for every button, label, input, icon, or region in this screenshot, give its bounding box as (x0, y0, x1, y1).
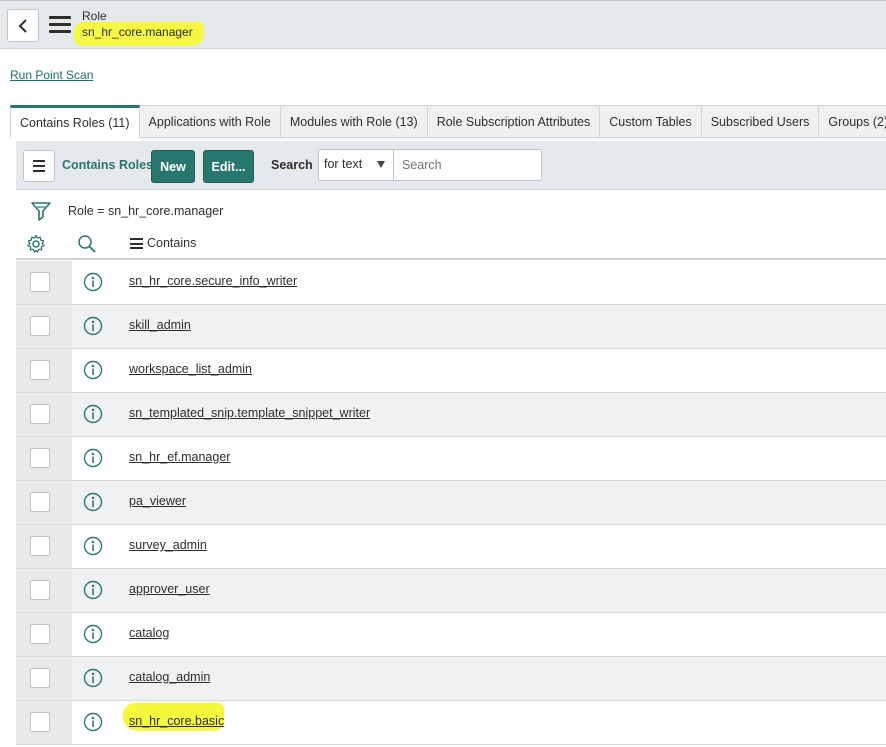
table-row: pa_viewer (16, 481, 886, 525)
row-checkbox[interactable] (30, 624, 50, 644)
new-button[interactable]: New (151, 150, 195, 183)
tab-modules-with-role[interactable]: Modules with Role (13) (280, 105, 428, 138)
info-icon[interactable] (83, 404, 103, 424)
search-icon[interactable] (77, 234, 97, 254)
column-header-contains[interactable]: Contains (147, 236, 196, 250)
role-link[interactable]: workspace_list_admin (129, 362, 252, 376)
list-menu-button[interactable] (23, 150, 55, 182)
role-link[interactable]: survey_admin (129, 538, 207, 552)
role-list: sn_hr_core.secure_info_writer skill_admi… (16, 261, 886, 745)
form-header: Role sn_hr_core.manager (0, 0, 886, 49)
table-row: sn_hr_ef.manager (16, 437, 886, 481)
row-checkbox[interactable] (30, 712, 50, 732)
info-icon[interactable] (83, 536, 103, 556)
role-link[interactable]: skill_admin (129, 318, 191, 332)
filter-breadcrumb[interactable]: Role = sn_hr_core.manager (68, 204, 223, 218)
info-icon[interactable] (83, 316, 103, 336)
search-field-select[interactable]: for text (318, 149, 394, 181)
role-link[interactable]: sn_hr_core.basic (129, 714, 224, 728)
run-point-scan-link[interactable]: Run Point Scan (10, 68, 93, 82)
record-type-label: Role (82, 9, 107, 23)
related-list-tabs: Contains Roles (11) Applications with Ro… (10, 105, 886, 138)
info-icon[interactable] (83, 360, 103, 380)
table-row: sn_hr_core.secure_info_writer (16, 261, 886, 305)
role-link[interactable]: sn_templated_snip.template_snippet_write… (129, 406, 370, 420)
column-header-row: Contains (16, 229, 886, 260)
tab-contains-roles[interactable]: Contains Roles (11) (10, 105, 140, 138)
role-link[interactable]: catalog (129, 626, 169, 640)
info-icon[interactable] (83, 580, 103, 600)
row-checkbox[interactable] (30, 404, 50, 424)
table-row: skill_admin (16, 305, 886, 349)
back-button[interactable] (7, 9, 39, 42)
dropdown-arrow-icon (377, 161, 385, 168)
info-icon[interactable] (83, 272, 103, 292)
info-icon[interactable] (83, 624, 103, 644)
table-row: sn_hr_core.basic (16, 701, 886, 745)
record-name: sn_hr_core.manager (82, 25, 193, 39)
row-checkbox[interactable] (30, 272, 50, 292)
info-icon[interactable] (83, 492, 103, 512)
list-title: Contains Roles (62, 158, 153, 172)
row-checkbox[interactable] (30, 580, 50, 600)
column-menu-icon[interactable] (130, 238, 143, 249)
row-checkbox[interactable] (30, 492, 50, 512)
row-checkbox[interactable] (30, 360, 50, 380)
table-row: survey_admin (16, 525, 886, 569)
info-icon[interactable] (83, 712, 103, 732)
gear-icon[interactable] (26, 234, 46, 254)
role-link[interactable]: sn_hr_core.secure_info_writer (129, 274, 297, 288)
info-icon[interactable] (83, 668, 103, 688)
tab-role-subscription-attributes[interactable]: Role Subscription Attributes (427, 105, 601, 138)
role-link[interactable]: sn_hr_ef.manager (129, 450, 230, 464)
search-field-value: for text (324, 157, 363, 171)
search-input[interactable] (393, 149, 542, 181)
info-icon[interactable] (83, 448, 103, 468)
role-link[interactable]: pa_viewer (129, 494, 186, 508)
row-checkbox[interactable] (30, 316, 50, 336)
search-label: Search (271, 158, 313, 172)
table-row: workspace_list_admin (16, 349, 886, 393)
table-row: catalog (16, 613, 886, 657)
hamburger-menu-icon[interactable] (49, 16, 71, 34)
table-row: sn_templated_snip.template_snippet_write… (16, 393, 886, 437)
role-link[interactable]: catalog_admin (129, 670, 210, 684)
chevron-left-icon (18, 18, 27, 33)
row-checkbox[interactable] (30, 536, 50, 556)
table-row: approver_user (16, 569, 886, 613)
tab-groups[interactable]: Groups (2) (819, 105, 886, 138)
row-checkbox[interactable] (30, 668, 50, 688)
row-checkbox[interactable] (30, 448, 50, 468)
list-toolbar: Contains Roles New Edit... Search for te… (16, 141, 886, 190)
edit-button[interactable]: Edit... (203, 150, 254, 183)
tab-subscribed-users[interactable]: Subscribed Users (701, 105, 820, 138)
tab-custom-tables[interactable]: Custom Tables (600, 105, 702, 138)
funnel-icon[interactable] (31, 201, 51, 223)
role-link[interactable]: approver_user (129, 582, 210, 596)
tab-applications-with-role[interactable]: Applications with Role (139, 105, 281, 138)
table-row: catalog_admin (16, 657, 886, 701)
